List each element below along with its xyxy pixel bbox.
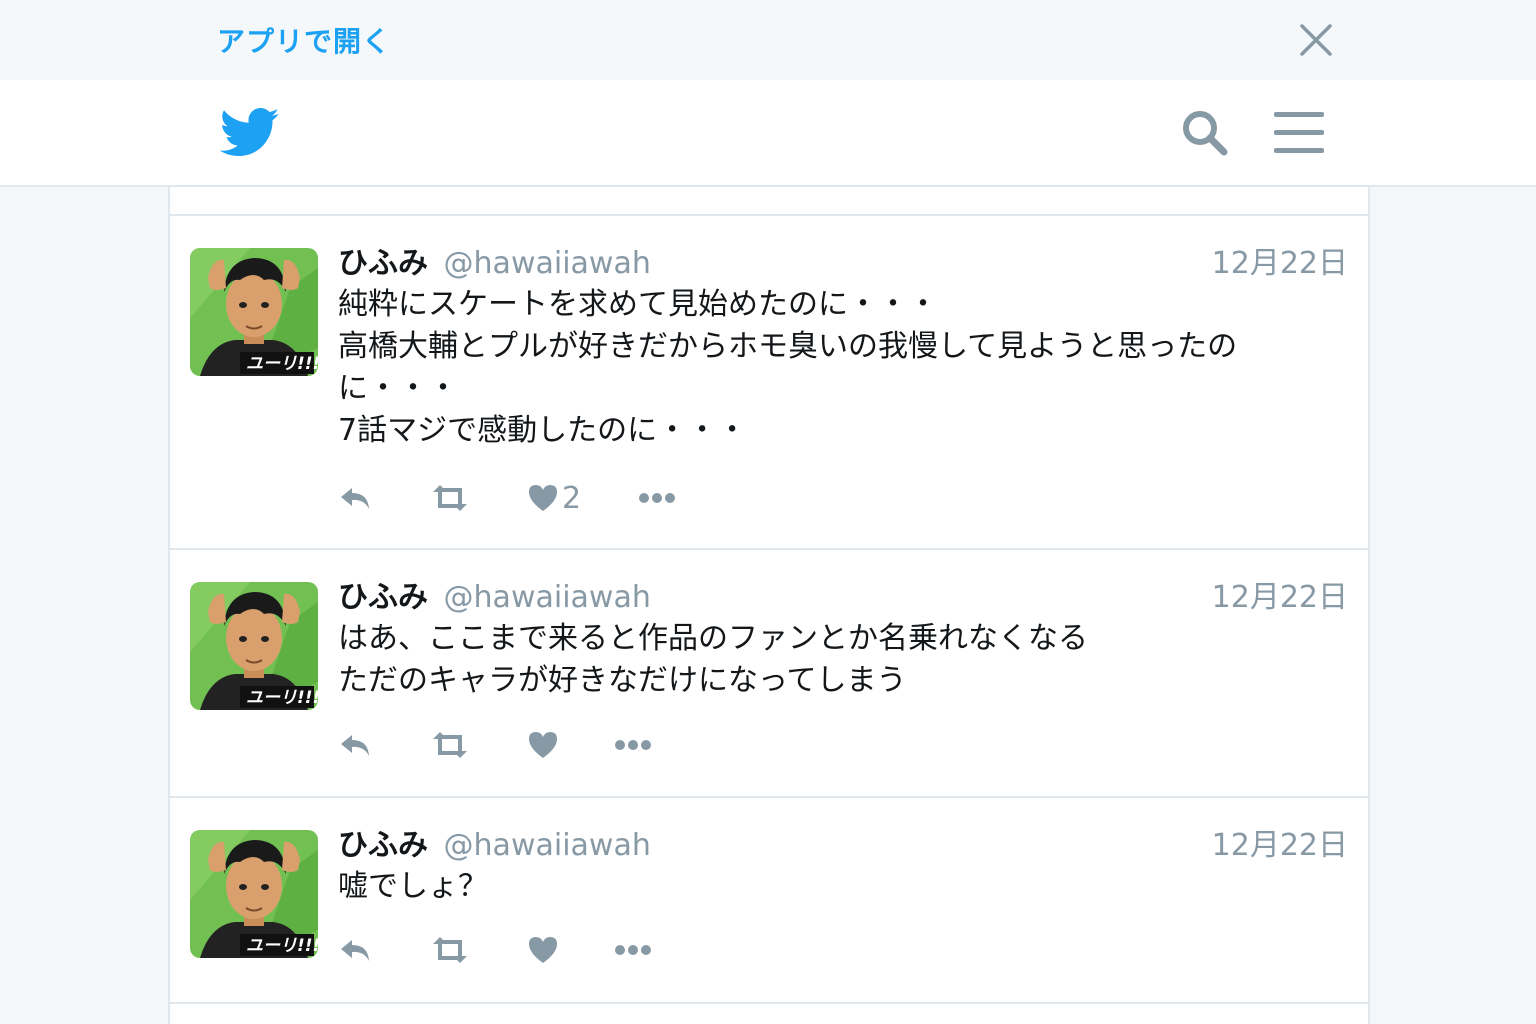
tweet-date[interactable]: 12月22日 [1212,826,1348,866]
tweet-header: ひふみ @hawaiiawah 12月22日 [338,826,1348,866]
search-icon[interactable] [1178,106,1232,160]
reply-icon[interactable] [338,725,372,765]
retweet-icon[interactable] [430,725,470,765]
tweet[interactable]: ユーリ!!! ひふみ @hawaiiawah 12月22日 嘘でしょ？ [170,798,1368,1004]
heart-icon [528,484,558,512]
hamburger-menu-icon[interactable] [1272,110,1326,156]
more-icon[interactable] [614,930,652,970]
tweet-text-line: 高橋大輔とプルが好きだからホモ臭いの我慢して見ようと思ったの [338,329,1238,364]
like-button[interactable] [528,725,562,765]
tweet-text-line: 7話マジで感動したのに・・・ [338,413,748,448]
more-icon[interactable] [614,725,652,765]
open-in-app-link[interactable]: アプリで開く [217,20,391,60]
display-name[interactable]: ひふみ [338,828,428,863]
tweet-text-line: はあ、ここまで来ると作品のファンとか名乗れなくなる [338,621,1088,656]
tweet-header: ひふみ @hawaiiawah 12月22日 [338,244,1348,284]
more-icon[interactable] [638,478,676,518]
avatar[interactable]: ユーリ!!! [190,582,318,710]
tweet-text: 嘘でしょ？ [338,866,1318,908]
retweet-icon[interactable] [430,930,470,970]
tweet[interactable]: ユーリ!!! ひふみ @hawaiiawah 12月22日 はあ、ここまで来ると… [170,550,1368,798]
avatar[interactable]: ユーリ!!! [190,248,318,376]
heart-icon [528,936,558,964]
user-handle[interactable]: @hawaiiawah [444,580,651,615]
top-nav [0,80,1536,187]
tweet-text: はあ、ここまで来ると作品のファンとか名乗れなくなる ただのキャラが好きなだけになっ… [338,618,1318,702]
avatar[interactable]: ユーリ!!! [190,830,318,958]
timeline: ユーリ!!! ひふみ @hawaiiawah 12月22日 純粋にスケートを求め… [168,187,1370,1024]
display-name[interactable]: ひふみ [338,580,428,615]
avatar-badge-text: ユーリ!!! [246,936,318,956]
user-handle[interactable]: @hawaiiawah [444,828,651,863]
avatar-badge-text: ユーリ!!! [246,688,318,708]
like-count: 2 [562,480,582,516]
tweet-text-line: ただのキャラが好きなだけになってしまう [338,663,907,698]
close-icon[interactable] [1296,20,1336,60]
tweet-text-line: に・・・ [338,371,458,406]
tweet-date[interactable]: 12月22日 [1212,244,1348,284]
timeline-top-spacer [170,187,1368,216]
like-button[interactable] [528,930,562,970]
tweet-date[interactable]: 12月22日 [1212,578,1348,618]
tweet-text-line: 嘘でしょ？ [338,869,488,904]
reply-icon[interactable] [338,930,372,970]
display-name[interactable]: ひふみ [338,246,428,281]
tweet-header: ひふみ @hawaiiawah 12月22日 [338,578,1348,618]
like-button[interactable]: 2 [528,478,581,518]
open-in-app-banner: アプリで開く [0,0,1536,80]
tweet-text: 純粋にスケートを求めて見始めたのに・・・高橋大輔とプルが好きだからホモ臭いの我慢… [338,284,1318,452]
user-handle[interactable]: @hawaiiawah [444,246,651,281]
avatar-badge-text: ユーリ!!! [246,354,318,374]
heart-icon [528,731,558,759]
reply-icon[interactable] [338,478,372,518]
retweet-icon[interactable] [430,478,470,518]
twitter-bird-icon[interactable] [219,108,280,158]
tweet-text-line: 純粋にスケートを求めて見始めたのに・・・ [338,287,938,322]
tweet[interactable]: ユーリ!!! ひふみ @hawaiiawah 12月22日 純粋にスケートを求め… [170,216,1368,550]
